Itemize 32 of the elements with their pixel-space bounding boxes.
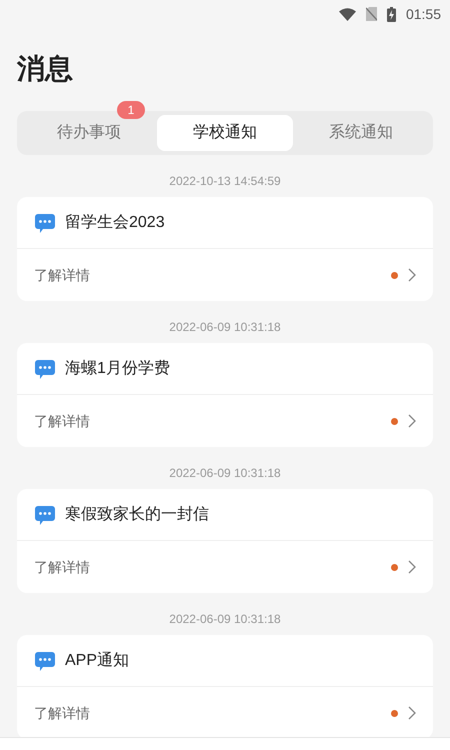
count-badge: 1 xyxy=(117,101,145,119)
chat-bubble-icon xyxy=(34,504,56,526)
no-sim-icon xyxy=(366,7,377,21)
tab[interactable]: 学校通知 xyxy=(157,115,293,151)
wifi-icon xyxy=(338,8,356,20)
message-title: APP通知 xyxy=(65,650,130,670)
details-link[interactable]: 了解详情 xyxy=(34,556,90,578)
page-title: 消息 xyxy=(17,52,73,86)
chevron-right-icon xyxy=(408,414,416,428)
battery-charging-icon xyxy=(386,6,396,22)
details-link[interactable]: 了解详情 xyxy=(34,702,90,724)
message-card[interactable]: APP通知 了解详情 xyxy=(17,635,433,737)
message-card[interactable]: 留学生会2023 了解详情 xyxy=(17,197,433,301)
chat-bubble-icon xyxy=(34,650,56,672)
message-time: 2022-06-09 10:31:18 xyxy=(169,319,281,335)
message-title: 海螺1月份学费 xyxy=(65,358,170,378)
message-title: 留学生会2023 xyxy=(65,212,165,232)
chevron-right-icon xyxy=(408,560,416,574)
message-time: 2022-06-09 10:31:18 xyxy=(169,465,281,481)
message-card[interactable]: 海螺1月份学费 了解详情 xyxy=(17,343,433,447)
message-title: 寒假致家长的一封信 xyxy=(65,504,209,524)
chevron-right-icon xyxy=(408,268,416,282)
details-link[interactable]: 了解详情 xyxy=(34,264,90,286)
chevron-right-icon xyxy=(408,706,416,720)
message-time: 2022-10-13 14:54:59 xyxy=(169,173,281,189)
tab[interactable]: 系统通知 xyxy=(293,115,429,151)
details-link[interactable]: 了解详情 xyxy=(34,410,90,432)
status-time: 01:55 xyxy=(406,4,441,24)
chat-bubble-icon xyxy=(34,358,56,380)
message-card[interactable]: 寒假致家长的一封信 了解详情 xyxy=(17,489,433,593)
chat-bubble-icon xyxy=(34,212,56,234)
message-time: 2022-06-09 10:31:18 xyxy=(169,611,281,627)
